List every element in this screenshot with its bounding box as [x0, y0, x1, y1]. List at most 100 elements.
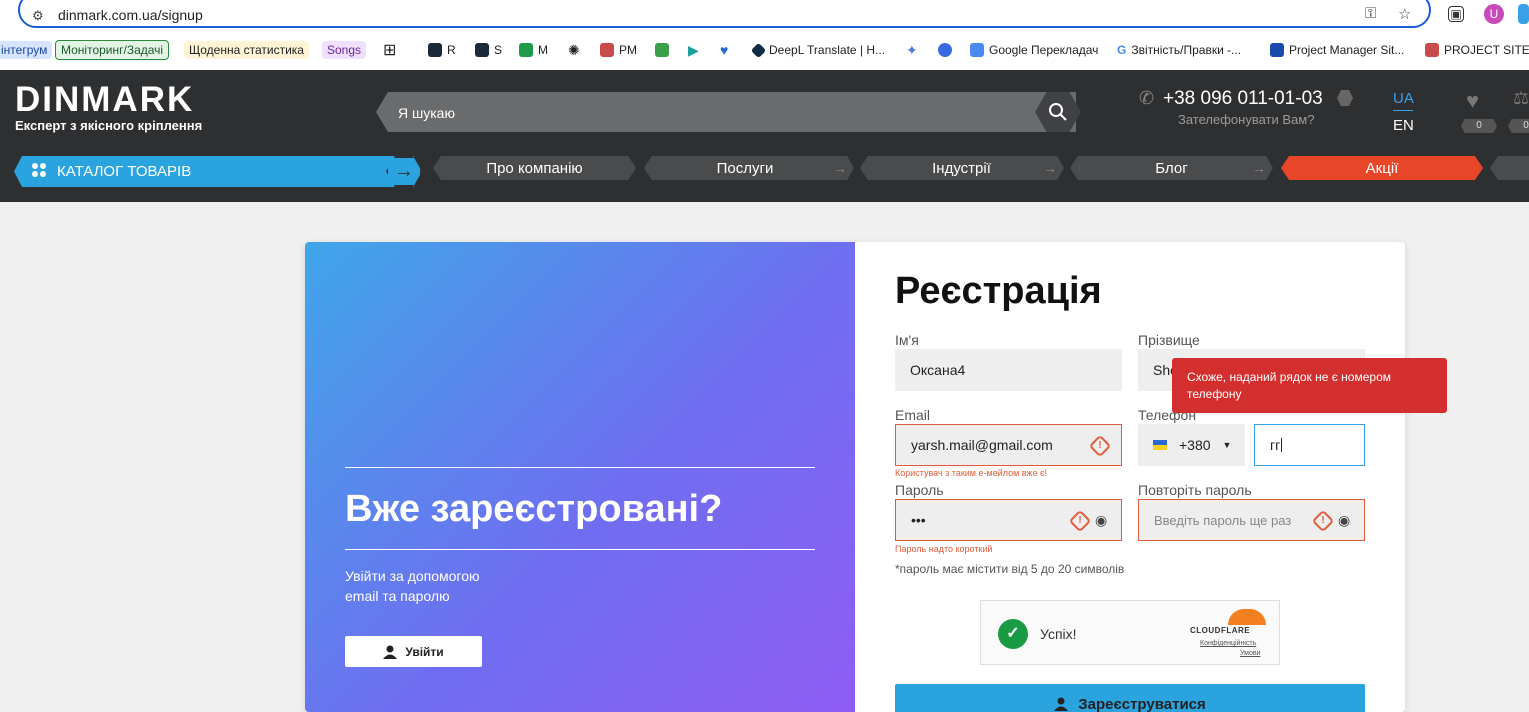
password-label: Пароль — [895, 482, 944, 498]
compare-icon[interactable]: ⚖ — [1513, 88, 1529, 109]
divider — [345, 467, 815, 468]
trello-icon — [1270, 43, 1284, 57]
form-title: Реєстрація — [895, 270, 1102, 312]
dinmark-icon — [428, 43, 442, 57]
check-icon: ✓ — [998, 619, 1028, 649]
catalog-button[interactable]: КАТАЛОГ ТОВАРІВ — [14, 156, 414, 187]
catalog-grid-icon — [32, 163, 46, 177]
email-label: Email — [895, 407, 931, 423]
nav-about[interactable]: Про компанію — [433, 156, 636, 180]
cloudflare-brand: CLOUDFLARE — [1190, 626, 1251, 635]
register-button[interactable]: Зареєструватися — [895, 684, 1365, 712]
translate-icon — [970, 43, 984, 57]
phone-number[interactable]: +38 096 011-01-03 — [1163, 88, 1323, 110]
lang-ua[interactable]: UA — [1393, 90, 1414, 107]
bookmark-deepl[interactable]: DeepL Translate | H... — [750, 38, 885, 62]
site-info-icon[interactable]: ⚙ — [32, 8, 44, 24]
user-icon — [1054, 697, 1069, 711]
nav-blog[interactable]: Блог — [1070, 156, 1273, 180]
openai-icon[interactable]: ✺ — [568, 38, 580, 62]
site-icon — [1425, 43, 1439, 57]
bookmark-pm[interactable]: PM — [600, 38, 637, 62]
chevron-down-icon: ▼ — [1222, 440, 1232, 450]
compare-count: 0 — [1508, 119, 1529, 133]
bookmark-reports[interactable]: G Звітність/Правки -... — [1117, 38, 1241, 62]
extension-icon-2[interactable] — [1518, 4, 1529, 24]
privacy-link[interactable]: Конфіденційність — [1200, 640, 1256, 647]
login-button[interactable]: Увійти — [345, 636, 482, 667]
email-error: Користувач з таким е-мейлом вже є! — [895, 468, 1048, 478]
app-icon[interactable] — [655, 38, 674, 62]
nav-industries[interactable]: Індустрії — [860, 156, 1063, 180]
wishlist-heart-icon[interactable]: ♥ — [1466, 88, 1479, 114]
eye-icon[interactable]: ◉ — [1095, 512, 1107, 529]
catalog-label: КАТАЛОГ ТОВАРІВ — [57, 163, 192, 180]
email-field[interactable]: yarsh.mail@gmail.com — [895, 424, 1122, 466]
nav-services[interactable]: Послуги — [644, 156, 846, 180]
repeat-password-label: Повторіть пароль — [1138, 482, 1252, 498]
ukraine-flag-icon — [1153, 440, 1167, 450]
phone-icon: ✆ — [1139, 88, 1155, 108]
password-hint: *пароль має містити від 5 до 20 символів — [895, 562, 1125, 576]
podcast-icon[interactable] — [938, 38, 957, 62]
login-panel: Вже зареєстровані? Увійти за допомогою e… — [305, 242, 855, 712]
site-logo[interactable]: DINMARK — [15, 80, 194, 120]
bookmark-project-manager[interactable]: Project Manager Sit... — [1270, 38, 1404, 62]
cloudflare-logo-icon — [1228, 609, 1266, 625]
text-cursor — [1281, 438, 1283, 452]
logo-tagline: Експерт з якісного кріплення — [15, 118, 203, 133]
site-header: DINMARK Експерт з якісного кріплення Я ш… — [0, 70, 1529, 202]
phone-field[interactable]: гг — [1254, 424, 1365, 466]
dinmark-icon — [475, 43, 489, 57]
bookmark-r[interactable]: R — [428, 38, 456, 62]
search-placeholder[interactable]: Я шукаю — [398, 105, 455, 121]
cloudflare-captcha[interactable]: ✓ Успіх! CLOUDFLARE Конфіденційність Умо… — [980, 600, 1280, 665]
play-icon[interactable]: ▶ — [688, 38, 699, 62]
password-key-icon[interactable]: ⚿ — [1365, 5, 1376, 22]
lang-divider — [1393, 110, 1413, 111]
nav-more[interactable] — [1490, 156, 1529, 180]
lang-en[interactable]: EN — [1393, 117, 1414, 134]
login-text: Увійти за допомогою email та паролю — [345, 568, 480, 604]
screenshot-extension-icon[interactable]: ▣ — [1448, 6, 1464, 22]
bookmark-google-translate[interactable]: Google Перекладач — [970, 38, 1098, 62]
google-icon: G — [1117, 43, 1127, 57]
phone-dropdown-icon[interactable] — [1337, 90, 1353, 106]
password-error: Пароль надто короткий — [895, 544, 993, 554]
divider — [345, 549, 815, 550]
url-text[interactable]: dinmark.com.ua/signup — [58, 7, 203, 23]
bookmark-project-site[interactable]: PROJECT SITE | — [1425, 38, 1529, 62]
address-bar[interactable]: ⚙ dinmark.com.ua/signup ⚿ ☆ — [18, 0, 1431, 28]
bookmark-s[interactable]: S — [475, 38, 502, 62]
bookmark-integrum[interactable]: інтегрум — [0, 38, 53, 62]
pm-icon — [600, 43, 614, 57]
bookmark-star-icon[interactable]: ☆ — [1398, 5, 1411, 23]
callback-link[interactable]: Зателефонувати Вам? — [1178, 112, 1314, 127]
phone-code-select[interactable]: +380 ▼ — [1138, 424, 1245, 466]
browser-chrome: ⚙ dinmark.com.ua/signup ⚿ ☆ ▣ U інтегрум… — [0, 0, 1529, 70]
phone-error-tooltip: Схоже, наданий рядок не є номером телефо… — [1172, 358, 1447, 413]
user-icon — [383, 645, 398, 659]
bookmark-m[interactable]: M — [519, 38, 548, 62]
last-name-label: Прізвище — [1138, 332, 1200, 348]
bookmark-monitoring[interactable]: Моніторинг/Задачі — [55, 38, 170, 62]
nav-promotions[interactable]: Акції — [1281, 156, 1483, 180]
eye-icon[interactable]: ◉ — [1338, 512, 1350, 529]
first-name-field[interactable]: Оксана4 — [895, 349, 1122, 391]
signup-card: Вже зареєстровані? Увійти за допомогою e… — [305, 242, 1405, 712]
heart-app-icon[interactable]: ♥ — [720, 38, 728, 62]
deepl-icon — [750, 42, 767, 58]
gemini-icon[interactable]: ✦ — [906, 38, 918, 62]
first-name-label: Ім'я — [895, 332, 919, 348]
bookmark-daily-stats[interactable]: Щоденна статистика — [184, 38, 309, 62]
login-title: Вже зареєстровані? — [345, 488, 723, 530]
apps-grid-icon[interactable]: ⊞ — [383, 38, 396, 62]
terms-link[interactable]: Умови — [1240, 650, 1260, 657]
search-input[interactable] — [376, 92, 1076, 132]
sheets-icon — [519, 43, 533, 57]
captcha-status: Успіх! — [1040, 626, 1077, 642]
bookmark-songs[interactable]: Songs — [322, 38, 367, 62]
search-icon — [1049, 103, 1067, 121]
extension-icon[interactable]: U — [1484, 4, 1504, 24]
wishlist-count: 0 — [1461, 119, 1497, 133]
